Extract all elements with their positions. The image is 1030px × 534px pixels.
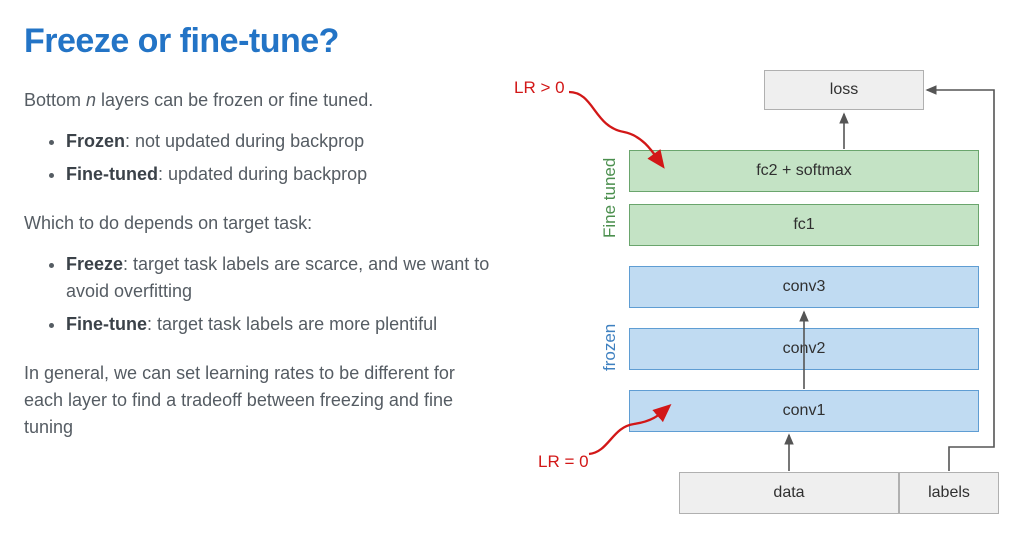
- layer-fc1: fc1: [629, 204, 979, 246]
- layer-conv1: conv1: [629, 390, 979, 432]
- intro-post: layers can be frozen or fine tuned.: [96, 90, 373, 110]
- text-frozen: : not updated during backprop: [125, 131, 364, 151]
- sidelabel-frozen: frozen: [600, 312, 620, 382]
- bullets-definitions: Frozen: not updated during backprop Fine…: [24, 128, 496, 188]
- list-item: Fine-tune: target task labels are more p…: [66, 311, 496, 338]
- list-item: Fine-tuned: updated during backprop: [66, 161, 496, 188]
- layer-conv3: conv3: [629, 266, 979, 308]
- lr-bot-annotation: LR = 0: [538, 452, 589, 472]
- label-freeze: Freeze: [66, 254, 123, 274]
- label-finetune: Fine-tune: [66, 314, 147, 334]
- sidelabel-finetuned: Fine tuned: [600, 150, 620, 246]
- label-frozen: Frozen: [66, 131, 125, 151]
- layer-conv2: conv2: [629, 328, 979, 370]
- text-freeze: : target task labels are scarce, and we …: [66, 254, 489, 301]
- layer-loss: loss: [764, 70, 924, 110]
- intro-var: n: [86, 90, 96, 110]
- bullets-guidance: Freeze: target task labels are scarce, a…: [24, 251, 496, 338]
- which-text: Which to do depends on target task:: [24, 210, 496, 237]
- network-diagram: loss fc2 + softmax fc1 conv3 conv2 conv1…: [514, 22, 1014, 522]
- lr-top-annotation: LR > 0: [514, 78, 565, 98]
- intro-text: Bottom n layers can be frozen or fine tu…: [24, 87, 496, 114]
- label-finetuned: Fine-tuned: [66, 164, 158, 184]
- text-finetuned: : updated during backprop: [158, 164, 367, 184]
- layer-labels: labels: [899, 472, 999, 514]
- closing-text: In general, we can set learning rates to…: [24, 360, 496, 441]
- text-finetune: : target task labels are more plentiful: [147, 314, 437, 334]
- page-title: Freeze or fine-tune?: [24, 22, 496, 61]
- list-item: Freeze: target task labels are scarce, a…: [66, 251, 496, 305]
- intro-pre: Bottom: [24, 90, 86, 110]
- layer-fc2: fc2 + softmax: [629, 150, 979, 192]
- list-item: Frozen: not updated during backprop: [66, 128, 496, 155]
- layer-data: data: [679, 472, 899, 514]
